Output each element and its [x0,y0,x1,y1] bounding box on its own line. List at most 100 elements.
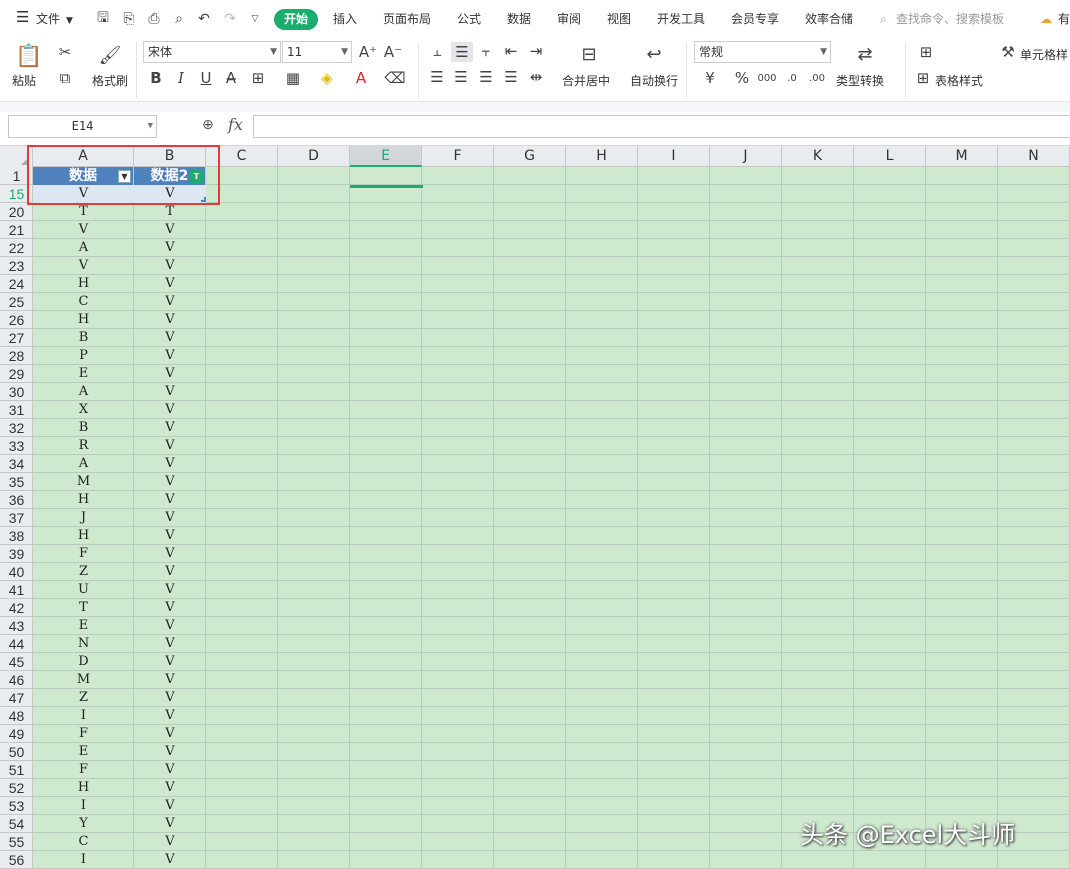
format-painter-icon[interactable]: 🖌 [99,42,122,68]
wrap-text-icon[interactable]: ↩ [641,42,667,66]
row-header-33[interactable]: 33 [0,437,33,455]
column-header-N[interactable]: N [998,146,1070,167]
cell-A25[interactable]: C [33,293,134,311]
cell-A21[interactable]: V [33,221,134,239]
tab-developer[interactable]: 开发工具 [657,11,705,27]
tab-data[interactable]: 数据 [507,11,531,27]
row-header-26[interactable]: 26 [0,311,33,329]
underline-icon[interactable]: U [196,68,216,88]
italic-icon[interactable]: I [171,68,191,88]
currency-icon[interactable]: ¥ [700,68,720,88]
table-style-button[interactable]: 表格样式 [935,72,983,89]
column-header-F[interactable]: F [422,146,494,167]
column-header-D[interactable]: D [278,146,350,167]
cell-B28[interactable]: V [134,347,206,365]
zoom-icon[interactable]: ⊕ [202,117,214,133]
row-header-53[interactable]: 53 [0,797,33,815]
cloud-icon[interactable]: ☁ [1040,11,1052,27]
tab-review[interactable]: 审阅 [557,11,581,27]
print-preview-icon[interactable]: ⌕ [170,10,188,28]
row-header-47[interactable]: 47 [0,689,33,707]
cell-B56[interactable]: V [134,851,206,869]
cell-A26[interactable]: H [33,311,134,329]
row-header-36[interactable]: 36 [0,491,33,509]
fill-pattern-icon[interactable]: ▦ [281,68,305,88]
row-header-50[interactable]: 50 [0,743,33,761]
column-header-G[interactable]: G [494,146,566,167]
increase-font-icon[interactable]: A⁺ [358,42,378,62]
row-header-24[interactable]: 24 [0,275,33,293]
cell-A42[interactable]: T [33,599,134,617]
align-middle-icon[interactable]: ☰ [451,42,473,62]
cell-A15[interactable]: V [33,185,134,203]
row-header-23[interactable]: 23 [0,257,33,275]
cell-A33[interactable]: R [33,437,134,455]
cell-A51[interactable]: F [33,761,134,779]
column-header-L[interactable]: L [854,146,926,167]
cell-B32[interactable]: V [134,419,206,437]
row-header-43[interactable]: 43 [0,617,33,635]
cell-B25[interactable]: V [134,293,206,311]
fx-button[interactable]: fx [228,115,243,134]
clear-format-icon[interactable]: ⌫ [383,68,407,88]
row-header-20[interactable]: 20 [0,203,33,221]
row-header-15[interactable]: 15 [0,185,33,203]
font-name-select[interactable]: 宋体 ▼ [143,41,281,63]
cell-B51[interactable]: V [134,761,206,779]
cell-A29[interactable]: E [33,365,134,383]
tab-page-layout[interactable]: 页面布局 [383,11,431,27]
cell-B41[interactable]: V [134,581,206,599]
row-header-51[interactable]: 51 [0,761,33,779]
cell-A41[interactable]: U [33,581,134,599]
cell-B26[interactable]: V [134,311,206,329]
row-header-32[interactable]: 32 [0,419,33,437]
column-header-E[interactable]: E [350,146,422,167]
indent-increase-icon[interactable]: ⇥ [527,42,545,60]
cell-A30[interactable]: A [33,383,134,401]
cell-B46[interactable]: V [134,671,206,689]
column-header-C[interactable]: C [206,146,278,167]
cell-A22[interactable]: A [33,239,134,257]
more-icon[interactable]: ▽ [246,10,264,28]
cell-B43[interactable]: V [134,617,206,635]
row-header-44[interactable]: 44 [0,635,33,653]
row-header-48[interactable]: 48 [0,707,33,725]
cell-A38[interactable]: H [33,527,134,545]
cell-B34[interactable]: V [134,455,206,473]
cell-A28[interactable]: P [33,347,134,365]
cell-A39[interactable]: F [33,545,134,563]
search-icon[interactable]: ⌕ [880,11,887,27]
cell-B45[interactable]: V [134,653,206,671]
cell-B15[interactable]: V [134,185,206,203]
table-resize-handle[interactable] [201,197,206,202]
cell-B44[interactable]: V [134,635,206,653]
table-header-B[interactable]: 数据2 T [134,167,205,185]
spreadsheet-grid[interactable]: ABCDEFGHIJKLMN 1 15 20 21 22 23 24 25 26 27 28 29 30… [0,146,1070,869]
column-header-M[interactable]: M [926,146,998,167]
cell-A24[interactable]: H [33,275,134,293]
cell-A32[interactable]: B [33,419,134,437]
column-header-I[interactable]: I [638,146,710,167]
row-header-42[interactable]: 42 [0,599,33,617]
cell-B54[interactable]: V [134,815,206,833]
row-header-21[interactable]: 21 [0,221,33,239]
paste-icon[interactable]: 📋 [15,42,42,70]
cell-B38[interactable]: V [134,527,206,545]
cell-A45[interactable]: D [33,653,134,671]
redo-icon[interactable]: ↷ [221,10,239,28]
row-header-55[interactable]: 55 [0,833,33,851]
cell-B29[interactable]: V [134,365,206,383]
tab-formula[interactable]: 公式 [457,11,481,27]
cell-A49[interactable]: F [33,725,134,743]
cell-A44[interactable]: N [33,635,134,653]
row-header-29[interactable]: 29 [0,365,33,383]
cell-B40[interactable]: V [134,563,206,581]
font-color-icon[interactable]: A [349,68,373,88]
cell-B31[interactable]: V [134,401,206,419]
filter-active-icon[interactable]: T [190,170,203,183]
cell-A37[interactable]: J [33,509,134,527]
row-header-46[interactable]: 46 [0,671,33,689]
tab-view[interactable]: 视图 [607,11,631,27]
cell-B50[interactable]: V [134,743,206,761]
file-menu[interactable]: 文件 [36,11,60,27]
